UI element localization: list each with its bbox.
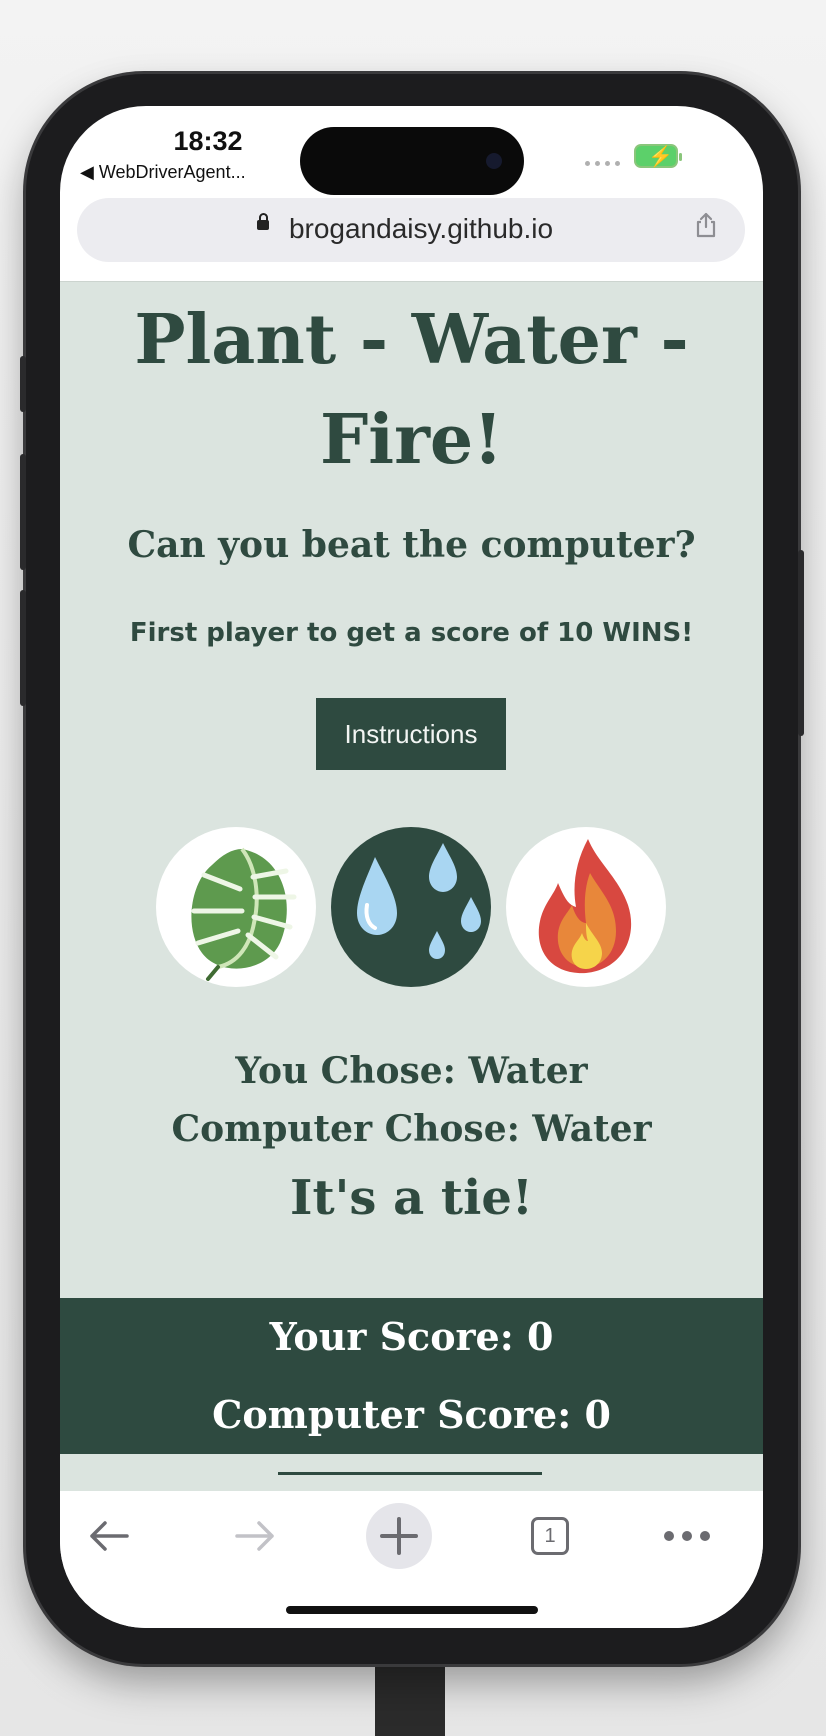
- win-rule-text: First player to get a score of 10 WINS!: [129, 618, 694, 648]
- computer-score: Computer Score: 0: [212, 1392, 611, 1437]
- tab-count: 1: [544, 1524, 556, 1547]
- volume-down-button: [20, 590, 26, 706]
- web-page: Plant - Water - Fire! Can you beat the c…: [60, 281, 763, 1492]
- home-indicator: [286, 1606, 538, 1614]
- title-line-1: Plant - Water -: [134, 300, 689, 380]
- fire-choice-button[interactable]: [506, 827, 666, 987]
- dynamic-island: [300, 127, 524, 195]
- volume-up-button: [20, 454, 26, 570]
- arrow-right-icon: [235, 1521, 274, 1551]
- ellipsis-icon: [664, 1531, 710, 1541]
- water-drops-icon: [357, 843, 481, 959]
- tabs-button[interactable]: 1: [515, 1501, 585, 1571]
- new-tab-button[interactable]: [366, 1503, 432, 1569]
- action-button: [20, 356, 26, 412]
- plus-icon: [380, 1517, 418, 1555]
- address-bar[interactable]: brogandaisy.github.io: [77, 198, 745, 262]
- signal-icon: [585, 161, 620, 166]
- page-title: Plant - Water - Fire!: [60, 290, 763, 490]
- player-choice-text: You Chose: Water: [235, 1050, 588, 1092]
- water-choice-button[interactable]: [331, 827, 491, 987]
- title-line-2: Fire!: [319, 400, 504, 480]
- scoreboard: Your Score: 0 Computer Score: 0: [60, 1298, 763, 1454]
- share-icon[interactable]: [695, 212, 717, 238]
- page-subtitle: Can you beat the computer?: [127, 524, 696, 566]
- back-button[interactable]: [74, 1501, 144, 1571]
- power-button: [798, 550, 804, 736]
- flame-icon: [538, 839, 632, 974]
- plant-choice-button[interactable]: [156, 827, 316, 987]
- player-score: Your Score: 0: [269, 1314, 554, 1359]
- more-menu-button[interactable]: [652, 1501, 722, 1571]
- camera-icon: [486, 153, 502, 169]
- url-text: brogandaisy.github.io: [288, 213, 554, 244]
- forward-button[interactable]: [220, 1501, 290, 1571]
- computer-choice-text: Computer Chose: Water: [171, 1108, 652, 1150]
- divider: [278, 1472, 542, 1475]
- monstera-leaf-icon: [191, 847, 297, 981]
- status-time: 18:32: [173, 126, 243, 156]
- arrow-left-icon: [90, 1521, 129, 1551]
- instructions-button[interactable]: Instructions: [316, 698, 506, 770]
- back-to-app-link[interactable]: ◀ WebDriverAgent...: [80, 162, 246, 183]
- round-result-text: It's a tie!: [290, 1170, 533, 1226]
- battery-charging-icon: ⚡: [634, 144, 682, 168]
- phone-screen: 18:32 ◀ WebDriverAgent... ⚡ brogandaisy.…: [60, 106, 763, 1628]
- tab-count-icon: 1: [531, 1517, 569, 1555]
